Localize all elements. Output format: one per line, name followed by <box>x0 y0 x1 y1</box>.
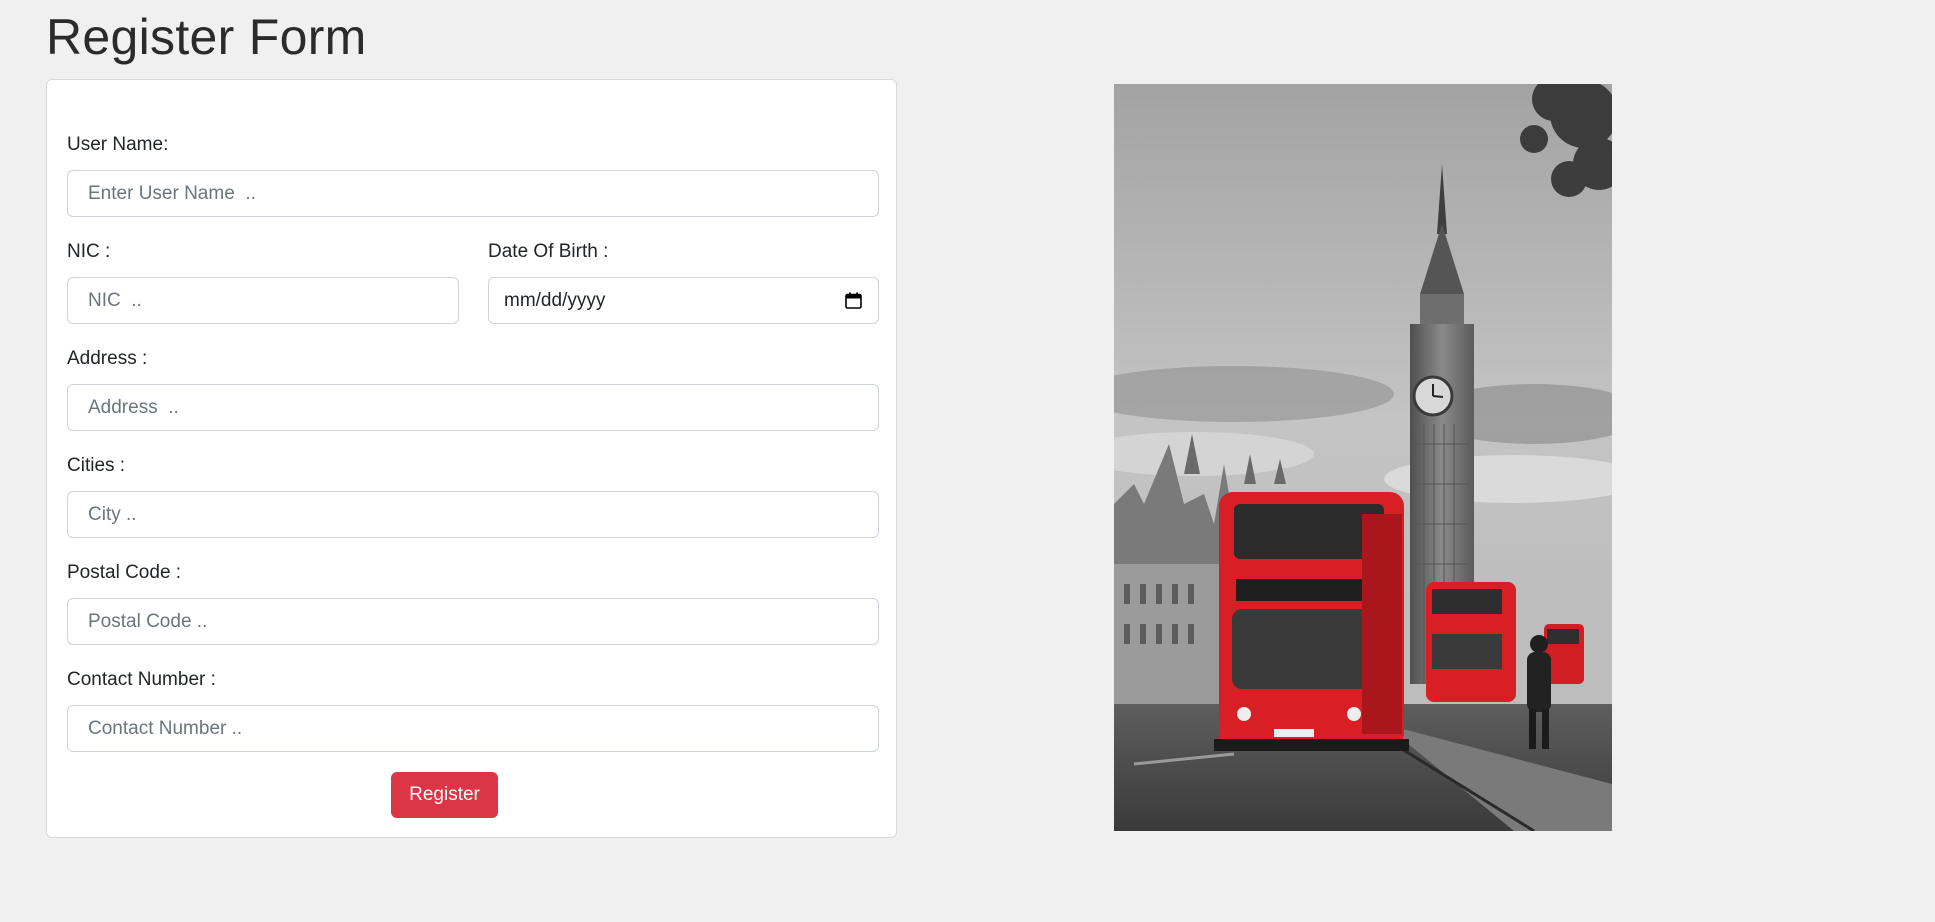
postal-code-label: Postal Code : <box>67 562 182 583</box>
page-title: Register Form <box>46 9 367 65</box>
address-label: Address : <box>67 348 148 369</box>
address-input[interactable] <box>67 384 879 431</box>
london-bus-photo <box>1114 84 1612 831</box>
calendar-icon[interactable] <box>845 292 862 309</box>
dob-label: Date Of Birth : <box>488 241 609 262</box>
postal-code-input[interactable] <box>67 598 879 645</box>
city-label: Cities : <box>67 455 126 476</box>
nic-input[interactable] <box>67 277 459 324</box>
username-label: User Name: <box>67 134 169 155</box>
username-input[interactable] <box>67 170 879 217</box>
dob-value: mm/dd/yyyy <box>504 289 606 311</box>
nic-label: NIC : <box>67 241 111 262</box>
contact-number-label: Contact Number : <box>67 669 216 690</box>
register-form-card: User Name: NIC : Date Of Birth : mm/dd/y… <box>46 79 897 838</box>
contact-number-input[interactable] <box>67 705 879 752</box>
register-button[interactable]: Register <box>391 772 498 818</box>
city-input[interactable] <box>67 491 879 538</box>
dob-input[interactable]: mm/dd/yyyy <box>488 277 879 324</box>
